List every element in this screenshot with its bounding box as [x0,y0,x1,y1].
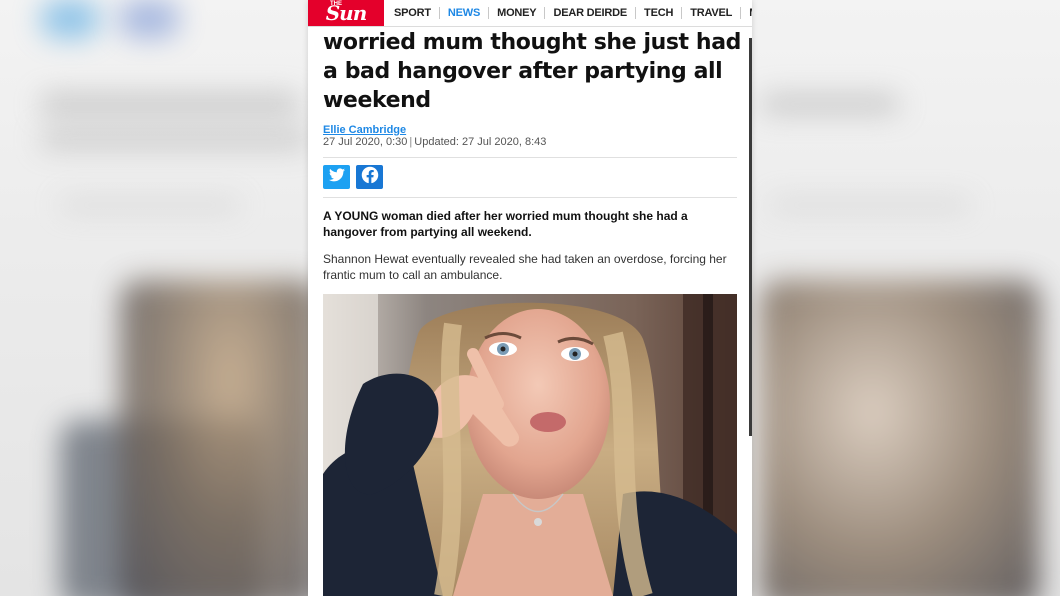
twitter-icon [328,167,345,187]
logo-prefix: THE [330,1,342,7]
blurred-text [760,95,900,113]
updated-date: Updated: 27 Jul 2020, 8:43 [414,136,547,148]
nav-item-money[interactable]: MONEY [488,7,544,19]
scrollbar[interactable] [749,38,752,436]
article-lede: A YOUNG woman died after her worried mum… [323,209,688,239]
share-facebook-button[interactable] [356,165,383,189]
share-twitter-button[interactable] [323,165,350,189]
nav-item-travel[interactable]: TRAVEL [681,7,740,19]
blurred-text [60,200,240,210]
blurred-photo [760,280,1040,596]
divider [323,197,737,198]
blurred-share-button [118,0,180,38]
nav-item-news[interactable]: NEWS [438,7,488,19]
date-separator: | [409,136,413,148]
blurred-text [40,95,300,113]
divider [323,157,737,158]
blurred-share-button [40,0,100,38]
nav-item-motors[interactable]: MOT [740,7,752,19]
article-paragraph: Shannon Hewat eventually revealed she ha… [323,252,727,282]
article-page: THE Sun SPORT NEWS MONEY DEAR DEIRDE TEC… [308,0,752,596]
blurred-photo [120,280,320,596]
published-date: 27 Jul 2020, 0:30 [323,136,408,148]
nav-item-dear-deirdre[interactable]: DEAR DEIRDE [544,7,635,19]
facebook-icon [361,166,379,189]
top-nav: THE Sun SPORT NEWS MONEY DEAR DEIRDE TEC… [308,0,752,27]
nav-item-sport[interactable]: SPORT [394,7,439,19]
author-link[interactable]: Ellie Cambridge [323,124,406,136]
nav-items: SPORT NEWS MONEY DEAR DEIRDE TECH TRAVEL… [394,7,752,19]
share-buttons [323,165,383,189]
blurred-text [40,130,310,148]
article-photo [323,294,737,596]
nav-item-tech[interactable]: TECH [635,7,681,19]
site-logo[interactable]: THE Sun [308,0,384,26]
article-headline: worried mum thought she just had a bad h… [323,30,741,113]
blurred-text [770,200,970,210]
article-dates: 27 Jul 2020, 0:30 | Updated: 27 Jul 2020… [323,136,546,148]
